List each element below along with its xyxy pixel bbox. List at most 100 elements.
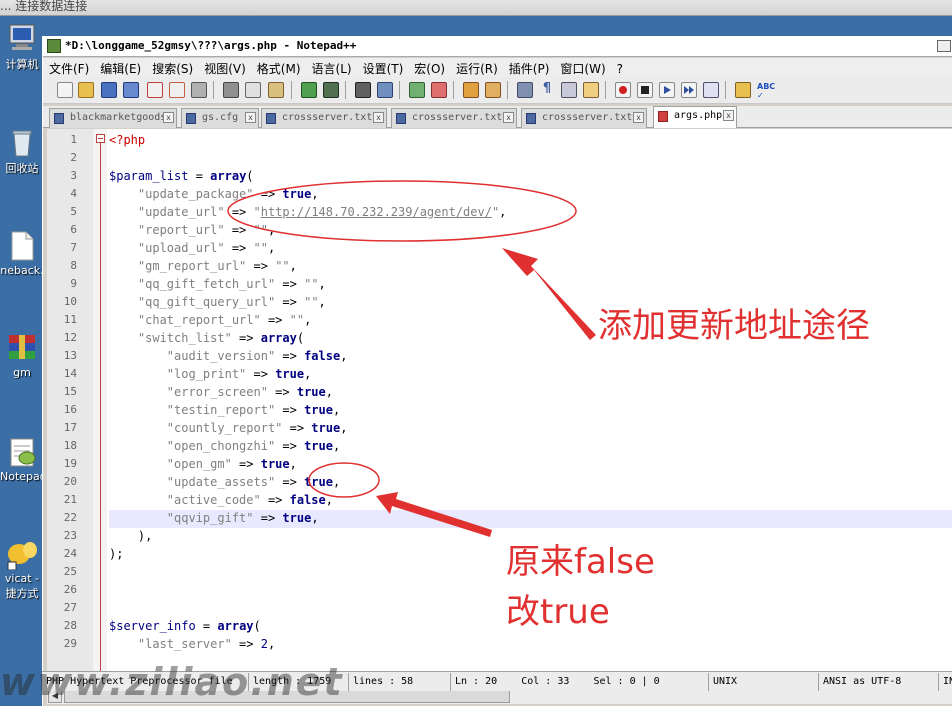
indent-guide-icon[interactable] [561,82,577,98]
desktop-icon-column: 计算机 回收站 neback. gm Notepad vicat - 捷方式 [0,16,44,706]
code-line-28: $server_info = array( [109,619,261,633]
close-file-icon[interactable] [147,82,163,98]
code-line-19: "open_gm" => true, [166,457,297,471]
code-line-3: $param_list = array( [109,169,254,183]
watermark: www.ziliao.net [0,660,344,704]
zoom-out-icon[interactable] [431,82,447,98]
tab-args-php[interactable]: args.php x [653,106,737,128]
file-icon [54,113,64,124]
code-line-6: "report_url" => "", [137,223,276,237]
code-editor[interactable]: 1 2 3 4 5 6 7 8 9 10 11 12 13 14 15 16 1… [47,129,952,687]
desktop-icon-file[interactable]: neback. [0,230,44,277]
zoom-in-icon[interactable] [409,82,425,98]
annotation-false-to-true-line1: 原来false [506,542,655,582]
tab-crossserver-1[interactable]: crossserver.txt x [261,108,387,128]
menu-format[interactable]: 格式(M) [251,58,306,77]
new-file-icon[interactable] [57,82,73,98]
minimize-button[interactable] [937,40,951,52]
menu-run[interactable]: 运行(R) [450,58,503,77]
menu-view[interactable]: 视图(V) [198,58,251,77]
code-line-18: "open_chongzhi" => true, [166,439,341,453]
close-tab-icon[interactable]: x [723,110,734,121]
tab-crossserver-2[interactable]: crossserver.txt x [391,108,517,128]
desktop-icon-label: vicat - [4,572,40,585]
line-number: 14 [63,367,77,380]
fold-toggle-icon[interactable] [96,134,105,143]
close-tab-icon[interactable]: x [503,112,514,123]
menu-search[interactable]: 搜索(S) [146,58,198,77]
code-line-23: ), [137,529,153,543]
desktop-icon-computer[interactable]: 计算机 [0,22,44,72]
line-number: 27 [63,601,77,614]
spell-check-icon[interactable]: ABC ✓ [757,82,775,100]
code-line-15: "error_screen" => true, [166,385,333,399]
menu-file[interactable]: 文件(F) [43,58,94,77]
desktop-icon-notepad[interactable]: Notepad [0,436,44,483]
document-map-icon[interactable] [583,82,599,98]
menu-settings[interactable]: 设置(T) [357,58,409,77]
save-all-icon[interactable] [123,82,139,98]
code-line-29: "last_server" => 2, [137,637,276,651]
menu-language[interactable]: 语言(L) [306,58,357,77]
open-folder-icon[interactable] [78,82,94,98]
record-macro-icon[interactable] [615,82,631,98]
desktop-icon-label: neback. [0,264,44,277]
toolbar-separator [725,81,726,99]
word-wrap-icon[interactable] [517,82,533,98]
menu-macro[interactable]: 宏(O) [408,58,450,77]
paste-icon[interactable] [268,82,284,98]
save-icon[interactable] [101,82,117,98]
title-bar[interactable]: *D:\longgame_52gmsy\???\args.php - Notep… [43,36,952,57]
menu-help[interactable]: ? [611,60,628,76]
menu-edit[interactable]: 编辑(E) [94,58,146,77]
navicat-shortcut-icon [6,538,38,571]
toolbar-separator [605,81,606,99]
sync-horizontal-icon[interactable] [485,82,501,98]
replace-icon[interactable] [377,82,393,98]
cut-icon[interactable] [223,82,239,98]
status-lines: lines : 58 [348,673,448,691]
close-all-icon[interactable] [169,82,185,98]
run-macro-multiple-icon[interactable] [681,82,697,98]
copy-icon[interactable] [245,82,261,98]
play-macro-icon[interactable] [659,82,675,98]
sync-vertical-icon[interactable] [463,82,479,98]
toolbar: ¶ ABC ✓ [43,77,952,104]
document-icon [6,230,38,262]
open-folder-workspace-icon[interactable] [735,82,751,98]
code-line-10: "qq_gift_query_url" => "", [137,295,326,309]
code-line-14: "log_print" => true, [166,367,312,381]
desktop-icon-gm[interactable]: gm [0,332,44,379]
update-assets-value: true [304,475,333,489]
find-icon[interactable] [355,82,371,98]
line-number: 7 [70,241,77,254]
close-tab-icon[interactable]: x [373,112,384,123]
line-number: 8 [70,259,77,272]
desktop-icon-label: 回收站 [5,162,39,175]
pilcrow-icon[interactable]: ¶ [539,82,555,98]
recycle-bin-icon [6,126,38,158]
print-icon[interactable] [191,82,207,98]
desktop-icon-navicat[interactable]: vicat - 捷方式 [0,538,44,601]
tab-blackmarketgoods[interactable]: blackmarketgoods x [49,108,177,128]
line-number: 10 [63,295,77,308]
close-tab-icon[interactable]: x [245,112,256,123]
stop-macro-icon[interactable] [637,82,653,98]
tab-crossserver-3[interactable]: crossserver.txt x [521,108,647,128]
undo-icon[interactable] [301,82,317,98]
menu-window[interactable]: 窗口(W) [554,58,610,77]
toolbar-separator [291,81,292,99]
status-eol-format: UNIX [708,673,816,691]
save-macro-icon[interactable] [703,82,719,98]
redo-icon[interactable] [323,82,339,98]
line-number: 17 [63,421,77,434]
archive-icon [6,332,38,364]
desktop-top-strip: ... 连接数据连接 [0,0,952,16]
close-tab-icon[interactable]: x [633,112,644,123]
tab-gs-cfg[interactable]: gs.cfg x [181,108,259,128]
document-tab-bar: blackmarketgoods x gs.cfg x crossserver.… [43,106,952,128]
desktop-icon-recycle-bin[interactable]: 回收站 [0,126,44,176]
menu-plugins[interactable]: 插件(P) [503,58,555,77]
line-number: 22 [63,511,77,524]
close-tab-icon[interactable]: x [163,112,174,123]
